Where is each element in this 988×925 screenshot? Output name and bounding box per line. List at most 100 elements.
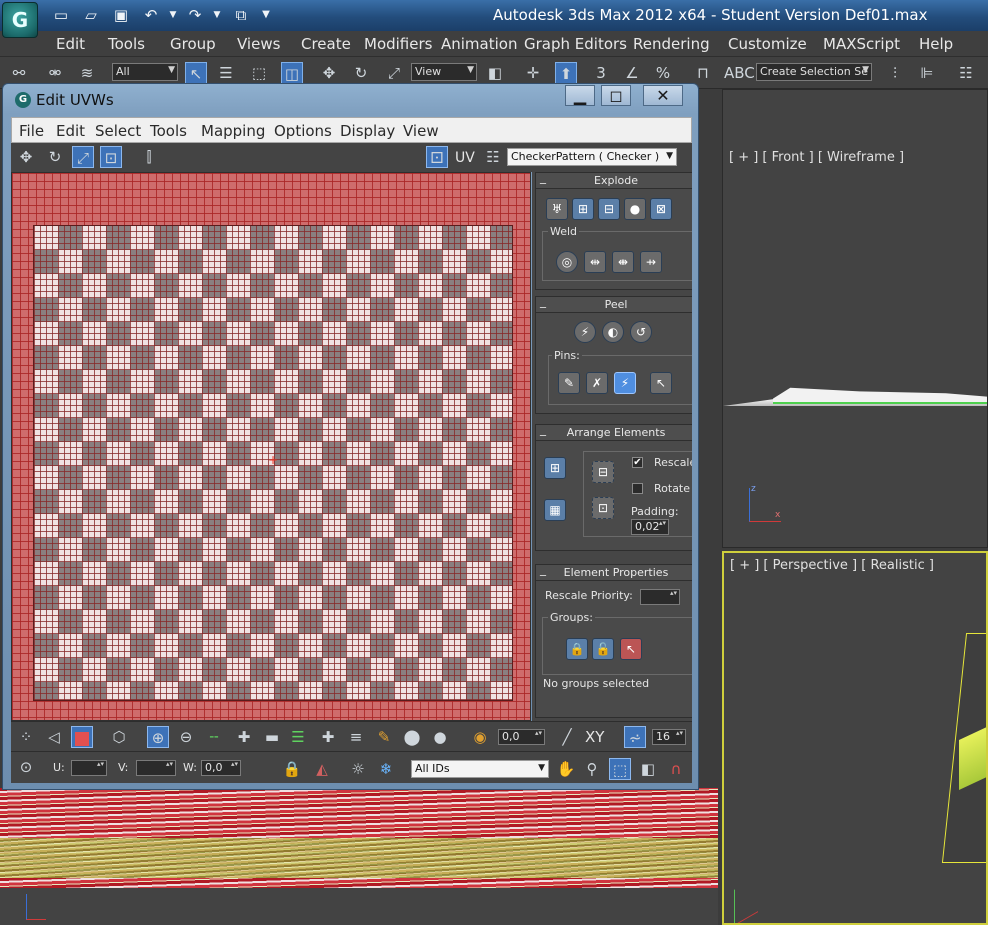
move-icon[interactable]: ✥ [15, 146, 37, 168]
spinner-snap-icon[interactable]: ⊓ [692, 62, 714, 84]
rect-selection-icon[interactable]: ⬚ [248, 62, 270, 84]
scale-icon[interactable]: ⤢ [383, 62, 405, 84]
save-icon[interactable]: ▣ [110, 5, 132, 25]
reset-peel-icon[interactable]: ↺ [630, 321, 652, 343]
grow-ring-icon[interactable]: ✚ [317, 726, 339, 748]
redo-dropdown-icon[interactable]: ▼ [206, 5, 228, 25]
minimize-button[interactable]: ▁ [565, 85, 595, 106]
polygon-mode-icon[interactable] [71, 726, 93, 748]
peel-mode-icon[interactable]: ◐ [602, 321, 624, 343]
auto-pin-moved-icon[interactable]: ⚡ [614, 372, 636, 394]
material-ids-combo[interactable]: All IDs [411, 760, 549, 778]
project-folder-icon[interactable]: ⧉ [230, 5, 252, 25]
peel-rollout-header[interactable]: _ Peel [536, 294, 692, 313]
scale-icon[interactable]: ⤢ [72, 146, 94, 168]
viewport-perspective[interactable]: [ + ] [ Perspective ] [ Realistic ] [722, 551, 988, 925]
rotate-icon[interactable]: ↻ [350, 62, 372, 84]
flatten-by-smoothing-icon[interactable]: ● [624, 198, 646, 220]
menu-views[interactable]: Views [237, 35, 280, 53]
viewport-top-left-lower[interactable] [0, 788, 718, 925]
undo-icon[interactable]: ↶ [140, 5, 162, 25]
new-icon[interactable]: ▭ [50, 5, 72, 25]
select-by-name-icon[interactable]: ☰ [215, 62, 237, 84]
menu-group[interactable]: Group [170, 35, 216, 53]
viewport-front-label[interactable]: [ + ] [ Front ] [ Wireframe ] [729, 150, 904, 165]
rotate-checkbox[interactable] [632, 483, 643, 494]
layer-manager-icon[interactable]: ☷ [955, 62, 977, 84]
weld-selected-icon[interactable]: ⇹ [584, 251, 606, 273]
grid-subdivision-spinner[interactable]: 16 [652, 729, 686, 745]
vertex-mode-icon[interactable]: ⁘ [15, 726, 37, 748]
viewport-perspective-label[interactable]: [ + ] [ Perspective ] [ Realistic ] [730, 558, 934, 573]
shrink-ring-icon[interactable]: ≡ [345, 726, 367, 748]
uvw-menu-file[interactable]: File [19, 122, 44, 140]
move-icon[interactable]: ✥ [318, 62, 340, 84]
mirror-icon[interactable]: ⫶ [884, 62, 906, 84]
ungroup-selected-icon[interactable]: 🔓 [592, 638, 614, 660]
soft-falloff-spinner[interactable]: 0,0 [498, 729, 545, 745]
maximize-button[interactable]: ◻ [601, 85, 631, 106]
zoom-region-icon[interactable]: ⬚ [609, 758, 631, 780]
ref-coord-combo[interactable]: View [411, 63, 477, 81]
element-mode-icon[interactable]: ⬡ [108, 726, 130, 748]
manipulate-icon[interactable]: ✛ [522, 62, 544, 84]
v-spinner[interactable] [136, 760, 176, 776]
falloff-linear-icon[interactable]: ╱ [556, 726, 578, 748]
pack-custom-icon[interactable]: ⊟ [592, 461, 614, 483]
absolute-offset-icon[interactable]: ⊙ [15, 756, 37, 778]
angle-snap-icon[interactable]: ∠ [621, 62, 643, 84]
snowflake-icon[interactable]: ❄ [375, 758, 397, 780]
edge-ring-icon[interactable]: ☰ [287, 726, 309, 748]
menu-create[interactable]: Create [301, 35, 351, 53]
uv-editor-canvas[interactable]: + [11, 172, 531, 721]
named-selection-combo[interactable]: Create Selection Se [756, 63, 872, 81]
select-pinned-icon[interactable]: ↖ [650, 372, 672, 394]
rotate-label[interactable]: Rotate [654, 482, 690, 495]
break-icon[interactable]: ♅ [546, 198, 568, 220]
w-spinner[interactable]: 0,0 [201, 760, 241, 776]
shrink-brush-icon[interactable]: ● [429, 726, 451, 748]
delete-group-icon[interactable]: ↖ [620, 638, 642, 660]
soft-selection-icon[interactable]: ◉ [469, 726, 491, 748]
uvw-menu-edit[interactable]: Edit [56, 122, 85, 140]
texture-options-icon[interactable]: ☷ [482, 146, 504, 168]
edit-named-selection-icon[interactable]: ABC [724, 62, 755, 84]
rotate-icon[interactable]: ↻ [44, 146, 66, 168]
menu-edit[interactable]: Edit [56, 35, 85, 53]
element-properties-header[interactable]: _ Element Properties [536, 562, 692, 581]
texture-combo[interactable]: CheckerPattern ( Checker ) [507, 148, 677, 166]
checker-icon[interactable]: ⚀ [426, 146, 448, 168]
rescale-priority-spinner[interactable] [640, 589, 680, 605]
undo-dropdown-icon[interactable]: ▼ [162, 5, 184, 25]
menu-modifiers[interactable]: Modifiers [364, 35, 432, 53]
lightbulb-icon[interactable]: ☼ [347, 758, 369, 780]
hide-icon[interactable]: ◭ [311, 758, 333, 780]
xy-space-label[interactable]: XY [585, 728, 604, 746]
snap-toggle-icon[interactable]: 3 [590, 62, 612, 84]
paint-select-icon[interactable]: ✎ [373, 726, 395, 748]
bind-spacewarp-icon[interactable]: ≋ [76, 62, 98, 84]
unpin-icon[interactable]: ✗ [586, 372, 608, 394]
edge-loop-icon[interactable]: ╌ [203, 726, 225, 748]
quick-access-dropdown-icon[interactable]: ▼ [255, 5, 277, 25]
arrange-rollout-header[interactable]: _ Arrange Elements [536, 422, 692, 441]
uvw-menu-display[interactable]: Display [340, 122, 395, 140]
percent-snap-icon[interactable]: % [652, 62, 674, 84]
uvw-menu-options[interactable]: Options [274, 122, 332, 140]
edge-mode-icon[interactable]: ◁ [43, 726, 65, 748]
hand-icon[interactable]: ✋ [555, 758, 577, 780]
pack-together-icon[interactable]: ▦ [544, 499, 566, 521]
detach-icon[interactable]: ⊞ [572, 198, 594, 220]
align-icon[interactable]: ⊫ [916, 62, 938, 84]
flatten-by-polygon-icon[interactable]: ⊟ [598, 198, 620, 220]
uvw-menu-view[interactable]: View [403, 122, 439, 140]
window-crossing-icon[interactable]: ◫ [281, 62, 303, 84]
group-selected-lock-icon[interactable]: 🔒 [566, 638, 588, 660]
magnet-icon[interactable]: ∩ [665, 758, 687, 780]
mirror-icon[interactable]: ⫿ [138, 146, 160, 168]
grow-selection-icon[interactable]: ⊕ [147, 726, 169, 748]
zoom-extents-icon[interactable]: ◧ [637, 758, 659, 780]
pivot-center-icon[interactable]: ◧ [484, 62, 506, 84]
viewport-front[interactable]: [ + ] [ Front ] [ Wireframe ] z x [722, 89, 988, 548]
unlink-icon[interactable]: ⚮ [44, 62, 66, 84]
